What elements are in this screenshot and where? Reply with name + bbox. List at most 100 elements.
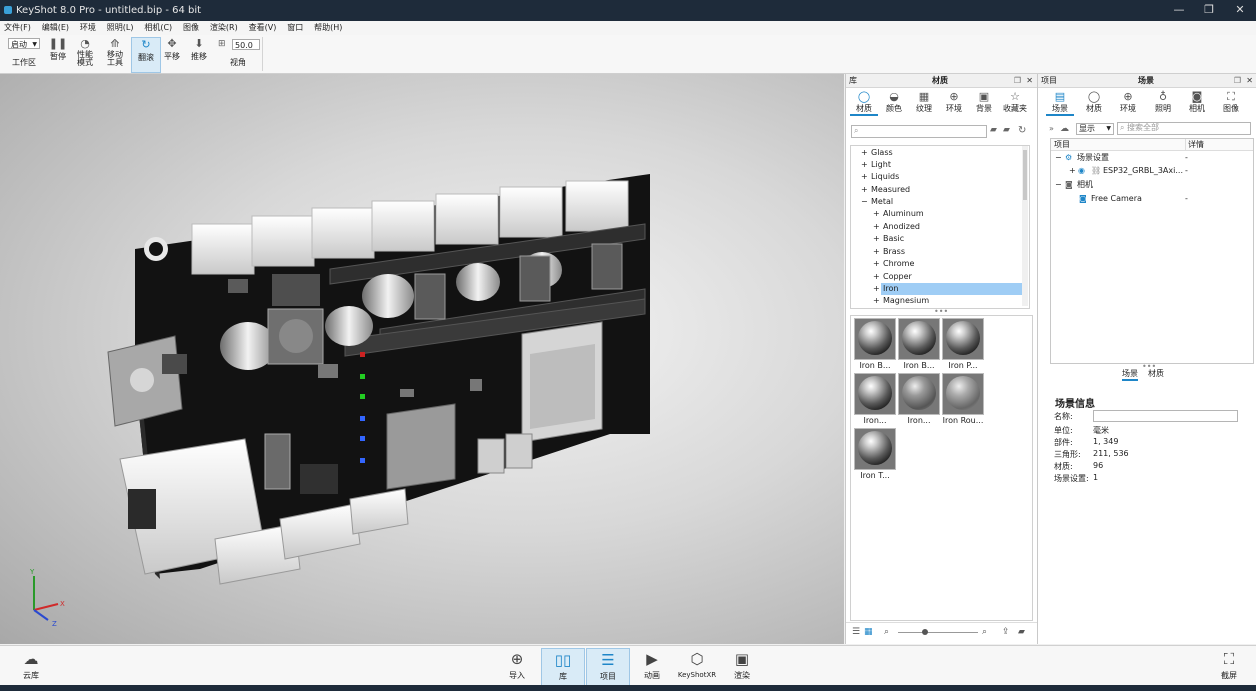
minimize-button[interactable]: —: [1167, 2, 1191, 18]
tree-item-basic[interactable]: + Basic: [851, 233, 1027, 245]
material-swatch[interactable]: [942, 373, 984, 415]
tree-item-anodized[interactable]: + Anodized: [851, 221, 1027, 233]
tree-item-aluminum[interactable]: + Aluminum: [851, 208, 1027, 220]
project-search-input[interactable]: ⌕ 搜索全部: [1117, 122, 1251, 135]
tree-scene-settings[interactable]: − ⚙ 场景设置 -: [1051, 152, 1251, 164]
pause-button[interactable]: ❚❚ 暂停: [44, 37, 72, 71]
scene-name-input[interactable]: [1093, 410, 1238, 422]
tree-item-copper[interactable]: + Copper: [851, 271, 1027, 283]
tree-item-brass[interactable]: + Brass: [851, 246, 1027, 258]
tree-model[interactable]: + ◉ ⛓ ESP32_GRBL_3Axi... -: [1051, 165, 1251, 177]
metal-sphere-icon: [946, 376, 980, 410]
tab-colors[interactable]: ◒ 颜色: [880, 90, 908, 114]
render-button[interactable]: ▣ 渲染: [721, 648, 763, 684]
material-swatch[interactable]: [854, 428, 896, 470]
tab-favorites[interactable]: ☆ 收藏夹: [1001, 90, 1029, 114]
subtab-materials[interactable]: 材质: [1148, 368, 1164, 379]
tab-textures[interactable]: ▦ 纹理: [910, 90, 938, 114]
close-button[interactable]: ✕: [1228, 2, 1252, 18]
tree-scrollbar-thumb[interactable]: [1023, 150, 1027, 200]
close-panel-icon[interactable]: ✕: [1026, 74, 1033, 87]
tree-free-camera[interactable]: ◙ Free Camera -: [1051, 193, 1251, 205]
workspace-dropdown[interactable]: 启动 ▼: [8, 38, 40, 49]
menu-lighting[interactable]: 照明(L): [103, 21, 138, 35]
zoom-in-icon[interactable]: ⌕: [982, 627, 987, 637]
refresh-icon[interactable]: ↻: [1018, 125, 1026, 136]
library-button[interactable]: ▯▯ 库: [541, 648, 585, 686]
import-button[interactable]: ⊕ 导入: [496, 648, 538, 684]
tree-item-light[interactable]: + Light: [851, 159, 1027, 171]
move-tool-button[interactable]: ⟰ 移动 工具: [101, 37, 129, 71]
menu-view[interactable]: 查看(V): [245, 21, 281, 35]
list-view-icon[interactable]: ☰: [852, 627, 860, 637]
performance-mode-button[interactable]: ◔ 性能 模式: [71, 37, 99, 71]
thumbnail-size-slider[interactable]: [898, 632, 978, 633]
material-swatch[interactable]: [898, 318, 940, 360]
pcb-model-render[interactable]: Y X Z: [0, 74, 844, 644]
cloud-library-button[interactable]: ☁ 云库: [10, 648, 52, 684]
material-swatch[interactable]: [898, 373, 940, 415]
library-footer: ☰ ▦ ⌕ ⌕ ⇪ ▰: [846, 622, 1037, 643]
tree-item-iron[interactable]: + Iron: [851, 283, 1027, 295]
tab-lighting[interactable]: ♁ 照明: [1149, 90, 1177, 114]
tree-item-measured[interactable]: + Measured: [851, 184, 1027, 196]
eye-icon[interactable]: ◉: [1078, 165, 1085, 177]
subtab-scene[interactable]: 场景: [1122, 368, 1138, 381]
tab-camera[interactable]: ◙ 相机: [1183, 90, 1211, 114]
field-of-view-input[interactable]: 50.0: [232, 39, 260, 50]
library-label: 库: [559, 672, 567, 681]
material-thumbnail-grid: Iron B... Iron B... Iron P... Iron... Ir…: [850, 315, 1033, 621]
project-button[interactable]: ☰ 项目: [586, 648, 630, 686]
menu-render[interactable]: 渲染(R): [206, 21, 242, 35]
upload-icon[interactable]: ⇪: [1002, 627, 1010, 637]
menu-image[interactable]: 图像: [179, 21, 203, 35]
slider-handle[interactable]: [922, 629, 928, 635]
animation-button[interactable]: ▶ 动画: [631, 648, 673, 684]
tab-image[interactable]: ⛶ 图像: [1217, 90, 1245, 114]
float-panel-icon[interactable]: ❐: [1234, 74, 1241, 87]
float-panel-icon[interactable]: ❐: [1014, 74, 1021, 87]
render-viewport[interactable]: Y X Z: [0, 74, 844, 644]
tab-scene[interactable]: ▤ 场景: [1046, 90, 1074, 116]
search-icon: ⌕: [854, 126, 859, 135]
tab-materials[interactable]: ◯ 材质: [850, 90, 878, 116]
tree-item-liquids[interactable]: + Liquids: [851, 171, 1027, 183]
tab-environments[interactable]: ⊕ 环境: [940, 90, 968, 114]
tree-item-magnesium[interactable]: + Magnesium: [851, 295, 1027, 307]
menu-file[interactable]: 文件(F): [0, 21, 35, 35]
pan-button[interactable]: ✥ 平移: [158, 37, 186, 71]
menu-camera[interactable]: 相机(C): [140, 21, 176, 35]
folder-add-icon[interactable]: ▰: [1003, 125, 1010, 135]
tab-backplates[interactable]: ▣ 背景: [970, 90, 998, 114]
folder-icon[interactable]: ▰: [990, 125, 997, 135]
show-dropdown[interactable]: 显示 ▼: [1076, 123, 1114, 135]
menu-window[interactable]: 窗口: [283, 21, 307, 35]
folder-open-icon[interactable]: ▰: [1018, 627, 1025, 637]
cloud-library-label: 云库: [23, 671, 39, 680]
grid-view-icon[interactable]: ▦: [864, 627, 873, 637]
zoom-out-icon[interactable]: ⌕: [884, 627, 889, 637]
cloud-icon[interactable]: ☁: [1060, 124, 1069, 134]
tree-cameras[interactable]: − ◙ 相机: [1051, 179, 1251, 191]
keyshotxr-button[interactable]: ⬡ KeyShotXR: [676, 648, 718, 684]
tree-item-glass[interactable]: + Glass: [851, 147, 1027, 159]
tab-environment[interactable]: ⊕ 环境: [1114, 90, 1142, 114]
library-search-input[interactable]: ⌕: [851, 125, 987, 138]
tumble-button[interactable]: ↻ 翻滚: [131, 37, 161, 73]
expand-icon[interactable]: »: [1049, 124, 1054, 133]
tree-item-metal[interactable]: − Metal: [851, 196, 1027, 208]
material-swatch[interactable]: [854, 373, 896, 415]
material-swatch[interactable]: [854, 318, 896, 360]
menu-edit[interactable]: 编辑(E): [38, 21, 73, 35]
menu-environment[interactable]: 环境: [76, 21, 100, 35]
tree-item-chrome[interactable]: + Chrome: [851, 258, 1027, 270]
close-panel-icon[interactable]: ✕: [1246, 74, 1253, 87]
tab-materials[interactable]: ◯ 材质: [1080, 90, 1108, 114]
project-panel-label: 项目: [1041, 76, 1057, 85]
screenshot-button[interactable]: ⛶ 截屏: [1208, 648, 1250, 684]
dolly-button[interactable]: ⬇ 推移: [185, 37, 213, 71]
tree-scrollbar[interactable]: [1022, 146, 1028, 306]
restore-button[interactable]: ❐: [1197, 2, 1221, 18]
material-swatch[interactable]: [942, 318, 984, 360]
menu-help[interactable]: 帮助(H): [310, 21, 346, 35]
